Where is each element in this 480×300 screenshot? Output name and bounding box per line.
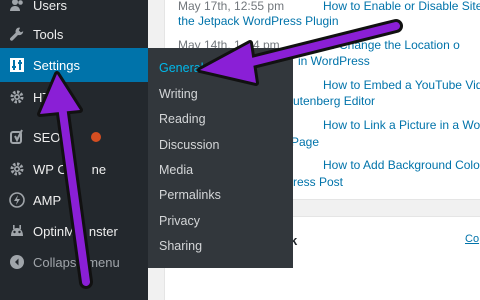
sidebar-item-tools[interactable]: Tools	[0, 17, 148, 51]
collapse-arrow-icon	[8, 253, 26, 271]
users-icon	[8, 0, 26, 14]
sidebar-item-label: AMP	[33, 192, 62, 208]
submenu-item-media[interactable]: Media	[159, 159, 193, 181]
sidebar-item-label: Users	[33, 0, 67, 13]
settings-sliders-icon	[8, 56, 26, 74]
wrench-icon	[8, 25, 26, 43]
sidebar-item-label: Settings	[33, 57, 80, 73]
submenu-item-privacy[interactable]: Privacy	[159, 210, 200, 232]
post-link[interactable]: How to Add Background Colo	[323, 158, 480, 172]
sidebar-item-settings[interactable]: Settings	[0, 48, 148, 82]
settings-submenu: General Writing Reading Discussion Media…	[148, 48, 293, 268]
submenu-item-permalinks[interactable]: Permalinks	[159, 184, 221, 206]
post-link[interactable]: Page	[291, 135, 319, 149]
sidebar-item-label: WP Cl ne	[33, 161, 107, 177]
post-link[interactable]: How to Enable or Disable Siteı	[323, 0, 480, 13]
post-link[interactable]: utenberg Editor	[293, 94, 375, 108]
optinmonster-icon	[8, 222, 26, 240]
amp-lightning-icon	[8, 191, 26, 209]
sidebar-item-ht[interactable]: HT	[0, 80, 148, 114]
gear-icon	[8, 88, 26, 106]
sidebar-item-label: HT	[33, 89, 51, 105]
post-link[interactable]: in WordPress	[298, 54, 370, 68]
gear-icon	[8, 160, 26, 178]
post-link[interactable]: t to Change the Location o	[319, 38, 460, 52]
sidebar-item-seo[interactable]: SEO	[0, 120, 148, 154]
post-link[interactable]: the Jetpack WordPress Plugin	[178, 14, 339, 28]
collapse-menu-button[interactable]: Collapse menu	[0, 245, 148, 279]
post-link[interactable]: How to Link a Picture in a Wo	[323, 118, 480, 132]
notification-badge	[91, 132, 101, 142]
post-link[interactable]: ress Post	[293, 175, 343, 189]
submenu-item-general[interactable]: General	[159, 57, 203, 79]
sidebar-item-optinmonster[interactable]: OptinM nster	[0, 214, 148, 248]
post-link[interactable]: How to Embed a YouTube Vid	[323, 78, 480, 92]
submenu-item-discussion[interactable]: Discussion	[159, 134, 219, 156]
sidebar-item-label: OptinM nster	[33, 223, 118, 239]
post-date: May 17th, 12:55 pm	[178, 0, 285, 13]
submenu-item-writing[interactable]: Writing	[159, 83, 198, 105]
widget-link[interactable]: Co	[465, 233, 479, 245]
admin-sidebar: Users Tools Settings HT SEO WP Cl ne AMP…	[0, 0, 148, 300]
submenu-item-reading[interactable]: Reading	[159, 108, 206, 130]
yoast-seo-icon	[8, 128, 26, 146]
sidebar-item-label: SEO	[33, 129, 61, 145]
sidebar-item-label: Tools	[33, 26, 64, 42]
sidebar-item-amp[interactable]: AMP	[0, 183, 148, 217]
sidebar-item-wp-clone[interactable]: WP Cl ne	[0, 152, 148, 186]
submenu-item-sharing[interactable]: Sharing	[159, 235, 202, 257]
collapse-menu-label: Collapse menu	[33, 254, 120, 270]
